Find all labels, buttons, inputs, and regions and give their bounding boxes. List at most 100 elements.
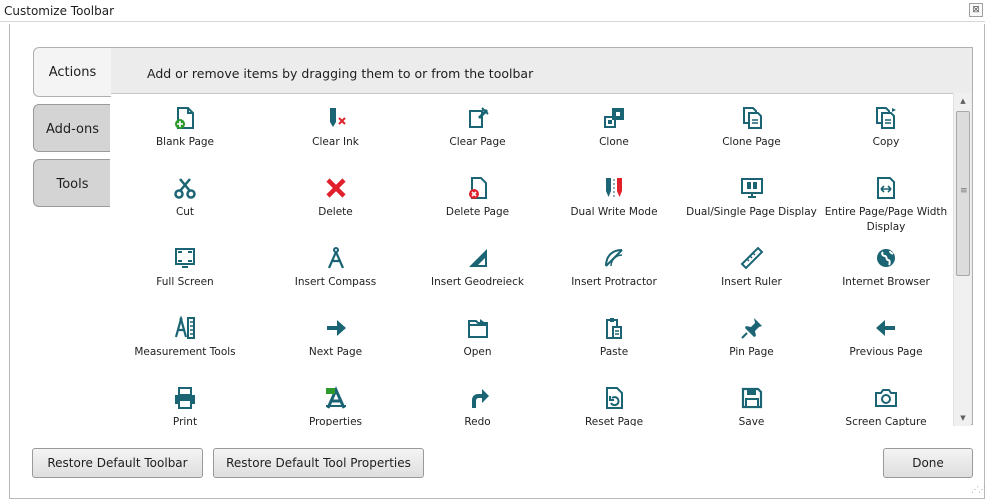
toolbar-item-clone-page[interactable]: Clone Page (684, 94, 819, 164)
done-button[interactable]: Done (883, 448, 973, 478)
resize-grip-icon[interactable]: ⋰⋰ (971, 485, 985, 494)
vertical-scrollbar[interactable]: ▲ ≡ ▼ (953, 93, 971, 426)
paste-icon (602, 316, 626, 340)
toolbar-item-delete-x[interactable]: Delete (260, 164, 411, 234)
toolbar-item-label: Open (463, 346, 492, 358)
clone-icon (602, 106, 626, 130)
clear-page-icon (466, 106, 490, 130)
toolbar-item-pin[interactable]: Pin Page (684, 304, 819, 374)
tab-actions[interactable]: Actions (33, 47, 111, 97)
save-icon (740, 386, 764, 410)
blank-page-icon (173, 106, 197, 130)
toolbar-item-label: Blank Page (155, 136, 215, 148)
toolbar-item-label: Insert Compass (294, 276, 377, 288)
toolbar-item-label: Clone (599, 136, 629, 148)
tab-label: Tools (56, 177, 89, 192)
ruler-icon (740, 246, 764, 270)
clone-page-icon (740, 106, 764, 130)
toolbar-item-scissors[interactable]: Cut (110, 164, 260, 234)
toolbar-item-copy[interactable]: Copy (819, 94, 953, 164)
toolbar-item-geodreieck[interactable]: Insert Geodreieck (411, 234, 544, 304)
toolbar-item-label: Next Page (308, 346, 363, 358)
properties-icon (324, 386, 348, 410)
toolbar-item-label: Copy (872, 136, 900, 148)
toolbar-item-arrow-right[interactable]: Next Page (260, 304, 411, 374)
toolbar-item-label: Entire Page/Page Width Display (824, 206, 948, 233)
toolbar-item-properties[interactable]: Properties (260, 374, 411, 426)
toolbar-item-label: Clone Page (722, 136, 781, 148)
toolbar-item-save[interactable]: Save (684, 374, 819, 426)
restore-default-toolbar-button[interactable]: Restore Default Toolbar (32, 448, 203, 478)
redo-icon (466, 386, 490, 410)
toolbar-item-label: Cut (175, 206, 195, 218)
compass-icon (324, 246, 348, 270)
toolbar-item-label: Redo (464, 416, 491, 426)
toolbar-item-ruler[interactable]: Insert Ruler (684, 234, 819, 304)
open-folder-icon (466, 316, 490, 340)
toolbar-item-page-width[interactable]: Entire Page/Page Width Display (819, 164, 953, 234)
scroll-down-icon[interactable]: ▼ (954, 410, 972, 426)
toolbar-item-label: Properties (308, 416, 363, 426)
delete-page-icon (466, 176, 490, 200)
arrow-left-icon (874, 316, 898, 340)
toolbar-item-label: Measurement Tools (134, 346, 236, 358)
tab-tools[interactable]: Tools (33, 159, 111, 207)
toolbar-item-clear-page[interactable]: Clear Page (411, 94, 544, 164)
scroll-thumb[interactable]: ≡ (956, 111, 970, 276)
toolbar-item-label: Print (172, 416, 198, 426)
full-screen-icon (173, 246, 197, 270)
toolbar-item-label: Clear Ink (312, 136, 359, 148)
toolbar-item-label: Delete (318, 206, 353, 218)
toolbar-item-label: Dual Write Mode (570, 206, 658, 218)
grip-icon: ≡ (960, 186, 968, 196)
globe-icon (874, 246, 898, 270)
scroll-up-icon[interactable]: ▲ (954, 93, 972, 109)
toolbar-item-label: Delete Page (445, 206, 510, 218)
toolbar-item-clone[interactable]: Clone (544, 94, 684, 164)
toolbar-item-redo[interactable]: Redo (411, 374, 544, 426)
toolbar-item-reset-page[interactable]: Reset Page (544, 374, 684, 426)
toolbar-item-label: Paste (599, 346, 629, 358)
delete-x-icon (324, 176, 348, 200)
camera-icon (874, 386, 898, 410)
toolbar-item-printer[interactable]: Print (110, 374, 260, 426)
toolbar-item-label: Insert Geodreieck (431, 276, 524, 288)
toolbar-item-delete-page[interactable]: Delete Page (411, 164, 544, 234)
toolbar-item-arrow-left[interactable]: Previous Page (819, 304, 953, 374)
toolbar-item-clear-ink[interactable]: Clear Ink (260, 94, 411, 164)
arrow-right-icon (324, 316, 348, 340)
toolbar-item-label: Full Screen (156, 276, 214, 288)
toolbar-item-label: Reset Page (584, 416, 644, 426)
toolbar-item-measurement-tools[interactable]: Measurement Tools (110, 304, 260, 374)
toolbar-item-monitor-page[interactable]: Dual/Single Page Display (684, 164, 819, 234)
toolbar-item-compass[interactable]: Insert Compass (260, 234, 411, 304)
window-title: Customize Toolbar (4, 4, 115, 18)
protractor-icon (602, 246, 626, 270)
pin-icon (740, 316, 764, 340)
reset-page-icon (602, 386, 626, 410)
tab-add-ons[interactable]: Add-ons (33, 104, 111, 152)
toolbar-items-list: Blank Page Clear Ink Clear Page Clone Clone … (110, 93, 953, 426)
toolbar-item-label: Internet Browser (842, 276, 930, 288)
close-icon[interactable]: ⊠ (969, 3, 983, 17)
clear-ink-icon (324, 106, 348, 130)
restore-default-tool-properties-button[interactable]: Restore Default Tool Properties (213, 448, 424, 478)
toolbar-item-globe[interactable]: Internet Browser (819, 234, 953, 304)
toolbar-item-dual-pens[interactable]: Dual Write Mode (544, 164, 684, 234)
toolbar-item-open-folder[interactable]: Open (411, 304, 544, 374)
toolbar-item-camera[interactable]: Screen Capture (819, 374, 953, 426)
toolbar-item-label: Previous Page (849, 346, 923, 358)
toolbar-item-paste[interactable]: Paste (544, 304, 684, 374)
toolbar-item-protractor[interactable]: Insert Protractor (544, 234, 684, 304)
tab-label: Add-ons (45, 122, 100, 137)
printer-icon (173, 386, 197, 410)
monitor-page-icon (740, 176, 764, 200)
dual-pens-icon (602, 176, 626, 200)
toolbar-item-full-screen[interactable]: Full Screen (110, 234, 260, 304)
geodreieck-icon (466, 246, 490, 270)
measurement-tools-icon (173, 316, 197, 340)
toolbar-item-label: Screen Capture (845, 416, 927, 426)
toolbar-item-label: Pin Page (729, 346, 774, 358)
toolbar-item-label: Save (738, 416, 765, 426)
toolbar-item-blank-page[interactable]: Blank Page (110, 94, 260, 164)
